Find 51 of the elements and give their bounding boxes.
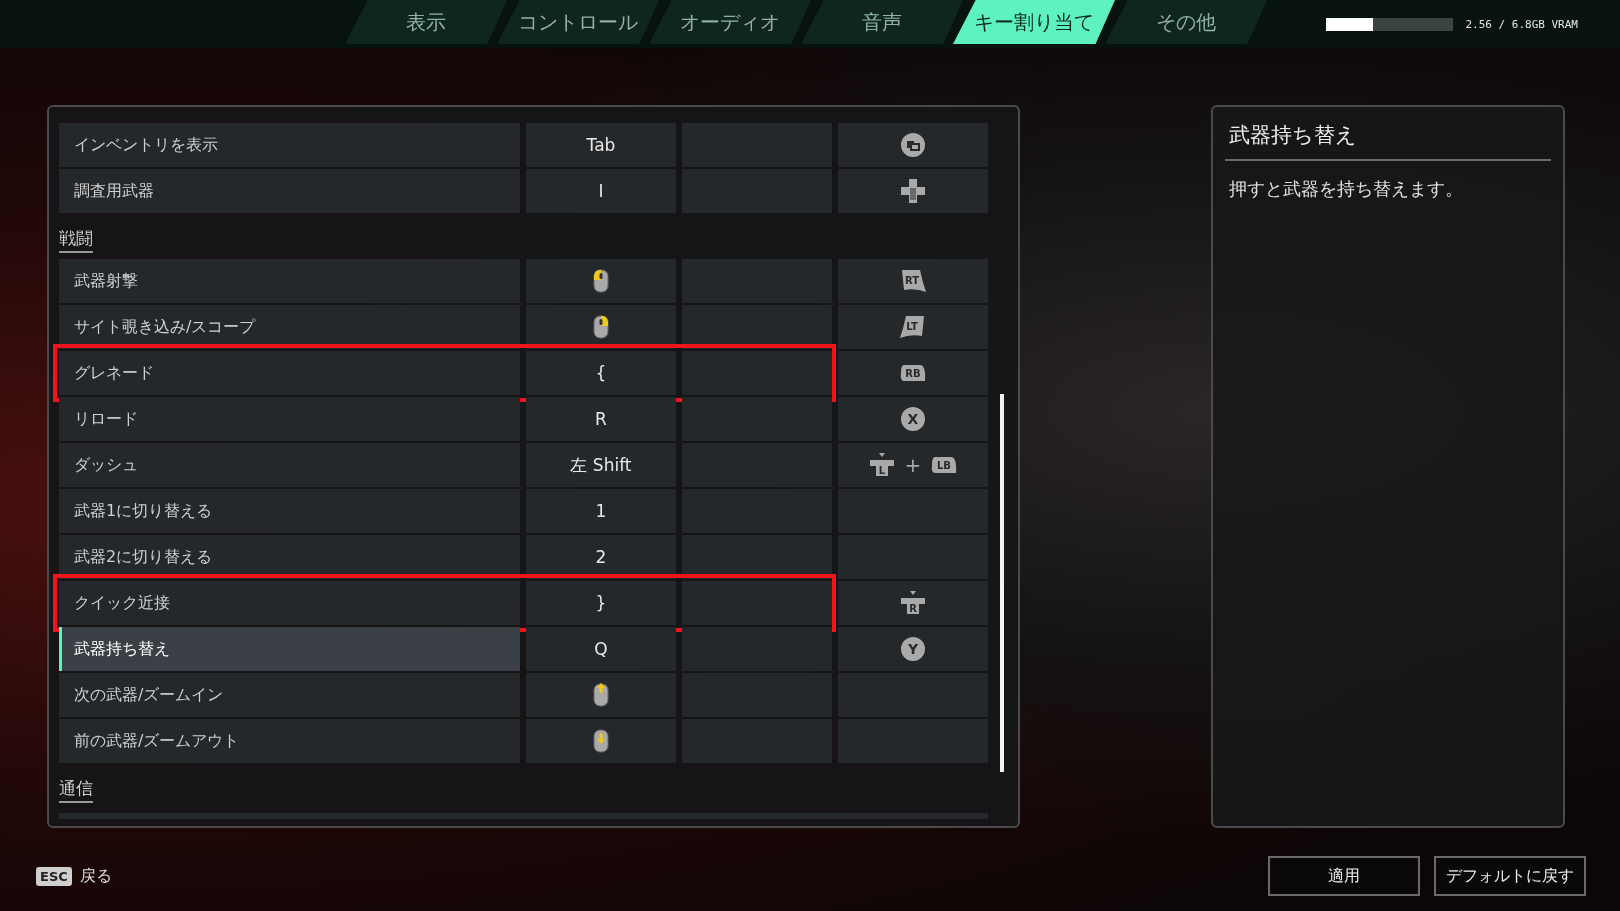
- action-label[interactable]: 武器1に切り替える: [59, 489, 520, 533]
- bumper-button-icon: RB: [900, 363, 926, 383]
- action-label[interactable]: 武器持ち替え: [59, 627, 520, 671]
- action-label[interactable]: 武器射撃: [59, 259, 520, 303]
- back-label[interactable]: 戻る: [79, 865, 112, 887]
- controller-binding-slot[interactable]: R: [838, 581, 988, 625]
- settings-tab[interactable]: オーディオ: [649, 0, 811, 44]
- action-label[interactable]: インベントリを表示: [59, 123, 520, 167]
- action-label[interactable]: 武器2に切り替える: [59, 535, 520, 579]
- section-heading: 通信: [59, 777, 93, 803]
- action-label[interactable]: クイック近接: [59, 581, 520, 625]
- action-label[interactable]: 前の武器/ズームアウト: [59, 719, 520, 763]
- settings-tab[interactable]: その他: [1105, 0, 1267, 44]
- face-button-icon: Y: [900, 636, 926, 662]
- key-binding-slot[interactable]: R: [526, 397, 676, 441]
- detail-description: 押すと武器を持ち替えます。: [1228, 177, 1464, 201]
- key-binding-slot[interactable]: 1: [526, 489, 676, 533]
- action-label[interactable]: ダッシュ: [59, 443, 520, 487]
- vram-reading: 2.56 / 6.8GB VRAM: [1465, 17, 1578, 31]
- controller-binding-slot[interactable]: X: [838, 397, 988, 441]
- settings-tab[interactable]: コントロール: [497, 0, 659, 44]
- action-label[interactable]: 次の武器/ズームイン: [59, 673, 520, 717]
- settings-tab[interactable]: 音声: [801, 0, 963, 44]
- footer-button[interactable]: デフォルトに戻す: [1434, 856, 1586, 896]
- bumper-button-icon: LB: [931, 455, 958, 475]
- action-label[interactable]: サイト覗き込み/スコープ: [59, 305, 520, 349]
- key-binding-slot[interactable]: Tab: [526, 123, 676, 167]
- key-binding-slot[interactable]: I: [526, 169, 676, 213]
- controller-binding-slot[interactable]: Y: [838, 627, 988, 671]
- face-button-icon: X: [900, 406, 926, 432]
- controller-binding-slot[interactable]: L + LB: [838, 443, 988, 487]
- footer-button[interactable]: 適用: [1268, 856, 1420, 896]
- key-binding-slot[interactable]: Q: [526, 627, 676, 671]
- key-binding-slot[interactable]: 左 Shift: [526, 443, 676, 487]
- plus-sign: +: [904, 453, 922, 477]
- action-label[interactable]: グレネード: [59, 351, 520, 395]
- trigger-button-icon: LT: [900, 314, 926, 340]
- action-label[interactable]: リロード: [59, 397, 520, 441]
- controller-binding-slot[interactable]: LT: [838, 305, 988, 349]
- key-binding-slot[interactable]: {: [526, 351, 676, 395]
- trigger-button-icon: RT: [900, 268, 926, 294]
- detail-title: 武器持ち替え: [1225, 121, 1551, 161]
- esc-key-hint: ESC: [36, 866, 72, 886]
- section-heading: 戦闘: [59, 227, 93, 253]
- key-binding-slot[interactable]: }: [526, 581, 676, 625]
- controller-binding-slot[interactable]: RB: [838, 351, 988, 395]
- controller-binding-slot[interactable]: RT: [838, 259, 988, 303]
- action-label[interactable]: 調査用武器: [59, 169, 520, 213]
- settings-tab[interactable]: キー割り当て: [953, 0, 1115, 44]
- key-binding-slot[interactable]: 2: [526, 535, 676, 579]
- settings-tab[interactable]: 表示: [345, 0, 507, 44]
